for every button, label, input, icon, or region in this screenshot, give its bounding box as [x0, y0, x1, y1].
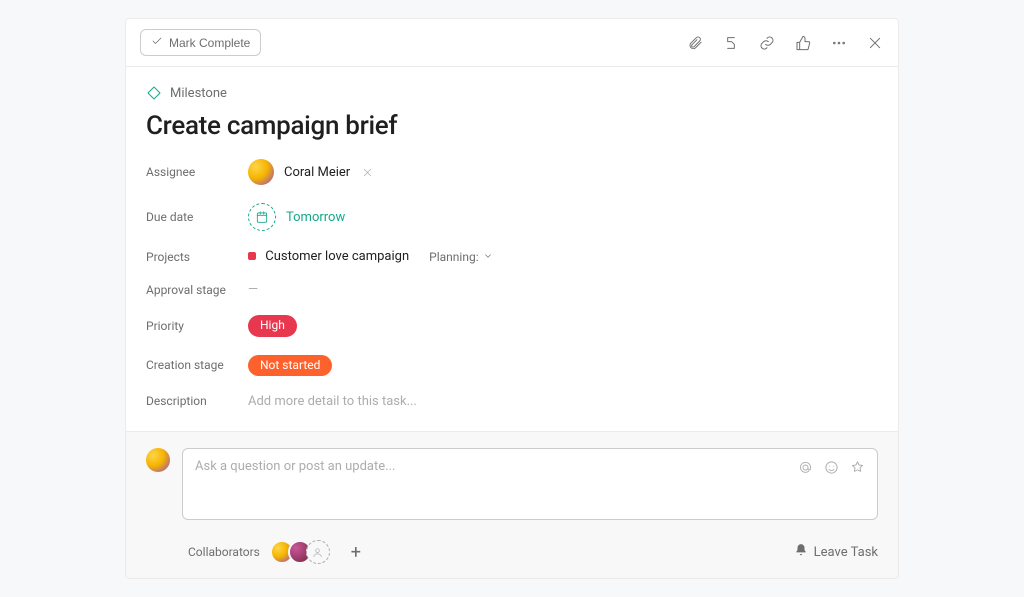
description-input[interactable]: Add more detail to this task... — [248, 394, 417, 409]
task-detail-pane: Mark Complete — [125, 18, 899, 579]
section-select[interactable]: Planning: — [429, 250, 492, 264]
task-title[interactable]: Create campaign brief — [146, 111, 878, 141]
collaborators-label: Collaborators — [188, 545, 260, 559]
avatar — [146, 448, 170, 472]
leave-task-label: Leave Task — [814, 545, 878, 560]
assignee-field-label: Assignee — [146, 165, 248, 179]
projects-row: Projects Customer love campaign Planning… — [146, 249, 878, 264]
like-icon[interactable] — [794, 34, 812, 52]
comment-row: Ask a question or post an update... — [146, 448, 878, 520]
mark-complete-button[interactable]: Mark Complete — [140, 29, 261, 56]
avatar — [248, 159, 274, 185]
project-color-dot — [248, 252, 256, 260]
creation-stage-pill: Not started — [248, 355, 332, 377]
due-date-row: Due date Tomorrow — [146, 203, 878, 231]
at-mention-icon[interactable] — [797, 459, 813, 475]
description-field-label: Description — [146, 394, 248, 408]
priority-pill: High — [248, 315, 297, 337]
comment-section: Ask a question or post an update... Coll… — [126, 431, 898, 578]
more-icon[interactable] — [830, 34, 848, 52]
projects-value: Customer love campaign Planning: — [248, 249, 493, 264]
calendar-icon — [248, 203, 276, 231]
due-date-field-label: Due date — [146, 210, 248, 224]
approval-stage-value[interactable]: — — [248, 282, 258, 297]
projects-field-label: Projects — [146, 250, 248, 264]
assignee-value[interactable]: Coral Meier — [248, 159, 374, 185]
priority-value[interactable]: High — [248, 315, 297, 337]
section-label: Planning: — [429, 250, 478, 264]
subtask-icon[interactable] — [722, 34, 740, 52]
assignee-row: Assignee Coral Meier — [146, 159, 878, 185]
approval-stage-row: Approval stage — — [146, 282, 878, 297]
comment-toolbar — [797, 459, 865, 475]
milestone-label: Milestone — [170, 86, 227, 101]
approval-stage-field-label: Approval stage — [146, 283, 248, 297]
comment-placeholder: Ask a question or post an update... — [195, 459, 395, 474]
check-icon — [151, 35, 163, 50]
header-actions — [686, 34, 884, 52]
milestone-icon — [146, 85, 162, 101]
task-body: Milestone Create campaign brief Assignee… — [126, 67, 898, 431]
due-date-text: Tomorrow — [286, 210, 345, 225]
due-date-value[interactable]: Tomorrow — [248, 203, 345, 231]
leave-task-button[interactable]: Leave Task — [794, 543, 878, 561]
creation-stage-row: Creation stage Not started — [146, 355, 878, 377]
priority-field-label: Priority — [146, 319, 248, 333]
star-icon[interactable] — [849, 459, 865, 475]
close-icon[interactable] — [866, 34, 884, 52]
project-chip[interactable]: Customer love campaign — [248, 249, 409, 264]
chevron-down-icon — [483, 250, 493, 264]
mark-complete-label: Mark Complete — [169, 36, 250, 50]
attachment-icon[interactable] — [686, 34, 704, 52]
emoji-icon[interactable] — [823, 459, 839, 475]
priority-row: Priority High — [146, 315, 878, 337]
project-name: Customer love campaign — [265, 249, 409, 264]
creation-stage-field-label: Creation stage — [146, 358, 248, 372]
clear-assignee-icon[interactable] — [360, 165, 374, 179]
task-header: Mark Complete — [126, 19, 898, 67]
bell-icon — [794, 543, 808, 561]
creation-stage-value[interactable]: Not started — [248, 355, 332, 377]
assignee-name: Coral Meier — [284, 165, 350, 180]
milestone-indicator[interactable]: Milestone — [146, 85, 878, 101]
link-icon[interactable] — [758, 34, 776, 52]
description-row: Description Add more detail to this task… — [146, 394, 878, 409]
comment-input[interactable]: Ask a question or post an update... — [182, 448, 878, 520]
